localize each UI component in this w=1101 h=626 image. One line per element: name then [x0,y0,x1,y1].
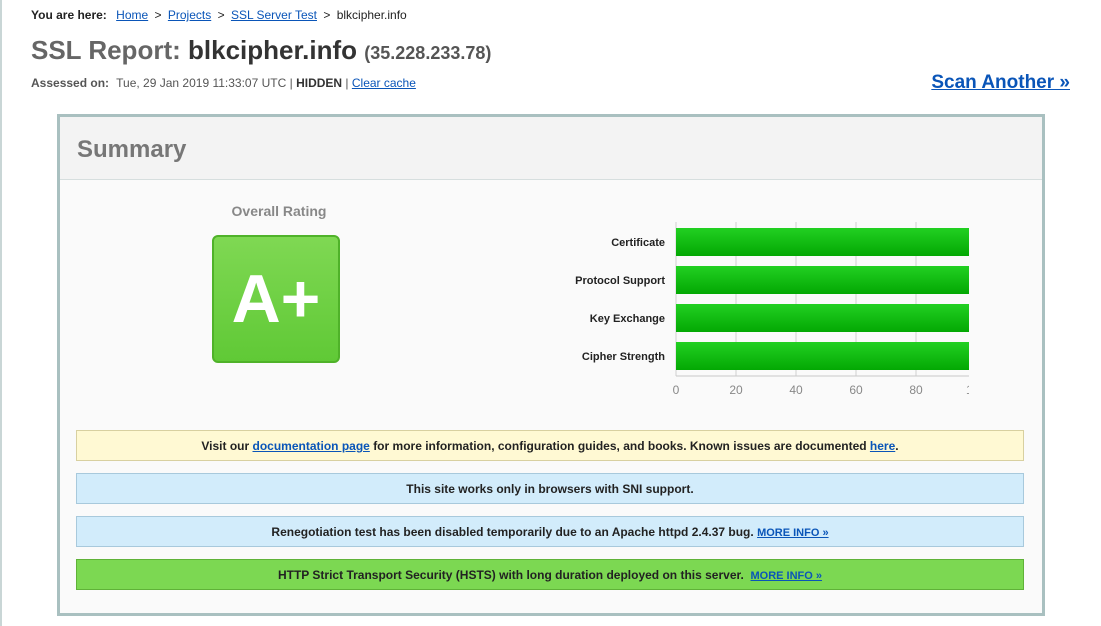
clear-cache-link[interactable]: Clear cache [352,76,416,90]
renegotiation-notice: Renegotiation test has been disabled tem… [76,516,1024,547]
breadcrumb-home-link[interactable]: Home [116,8,148,22]
chart-bar [676,342,969,370]
breadcrumb-separator: > [323,8,331,22]
sni-notice-text: This site works only in browsers with SN… [406,482,694,496]
renegotiation-more-info-link[interactable]: MORE INFO » [757,527,829,539]
breadcrumb-separator: > [154,8,162,22]
breadcrumb-prefix: You are here: [31,8,107,22]
rating-chart: 0 20 40 60 80 100 Certificate Protocol Support K… [479,214,969,404]
summary-heading: Summary [77,136,187,163]
summary-panel: Summary Overall Rating A+ 0 20 40 60 80 100 Ce… [57,114,1045,616]
hsts-notice: HTTP Strict Transport Security (HSTS) wi… [76,559,1024,590]
assessed-label: Assessed on: [31,76,110,90]
chart-bar [676,304,969,332]
chart-bar [676,228,969,256]
chart-category-label: Protocol Support [575,275,665,287]
docs-notice-text: Visit our [201,439,250,453]
chart-tick-label: 60 [849,383,863,397]
chart-tick-label: 80 [909,383,923,397]
overall-rating-label: Overall Rating [231,203,327,219]
hsts-notice-text: HTTP Strict Transport Security (HSTS) wi… [277,568,744,582]
known-issues-link[interactable]: here [870,439,895,453]
hsts-more-info-link[interactable]: MORE INFO » [751,570,823,582]
left-divider [0,0,2,626]
chart-category-label: Key Exchange [590,313,665,325]
breadcrumb-ssl-server-test-link[interactable]: SSL Server Test [231,8,317,22]
breadcrumb: You are here: Home > Projects > SSL Serv… [31,8,407,22]
title-domain: blkcipher.info [188,35,358,65]
assessed-date: Tue, 29 Jan 2019 11:33:07 UTC [116,76,287,90]
page-title: SSL Report: blkcipher.info (35.228.233.7… [31,35,491,66]
title-prefix: SSL Report: [31,35,181,65]
breadcrumb-projects-link[interactable]: Projects [168,8,211,22]
documentation-page-link[interactable]: documentation page [253,439,370,453]
docs-notice-end: . [895,439,899,453]
chart-bar [676,266,969,294]
grade-badge: A+ [212,235,340,363]
breadcrumb-separator: > [217,8,225,22]
rating-chart-svg: 0 20 40 60 80 100 Certificate Protocol Support K… [575,222,969,397]
hidden-label: HIDDEN [296,76,343,90]
chart-tick-label: 100 [966,383,969,397]
chart-category-label: Cipher Strength [582,351,665,363]
summary-header: Summary [60,117,1042,180]
chart-category-label: Certificate [611,237,665,249]
chart-tick-label: 40 [789,383,803,397]
breadcrumb-current: blkcipher.info [336,8,407,22]
scan-another-link[interactable]: Scan Another » [931,72,1070,94]
assessed-line: Assessed on: Tue, 29 Jan 2019 11:33:07 U… [31,76,416,90]
documentation-notice: Visit our documentation page for more in… [76,430,1024,461]
docs-notice-text-middle: for more information, configuration guid… [373,439,867,453]
chart-tick-label: 0 [673,383,680,397]
title-ip: (35.228.233.78) [364,43,492,63]
renegotiation-notice-text: Renegotiation test has been disabled tem… [271,525,754,539]
sni-notice: This site works only in browsers with SN… [76,473,1024,504]
chart-tick-label: 20 [729,383,743,397]
